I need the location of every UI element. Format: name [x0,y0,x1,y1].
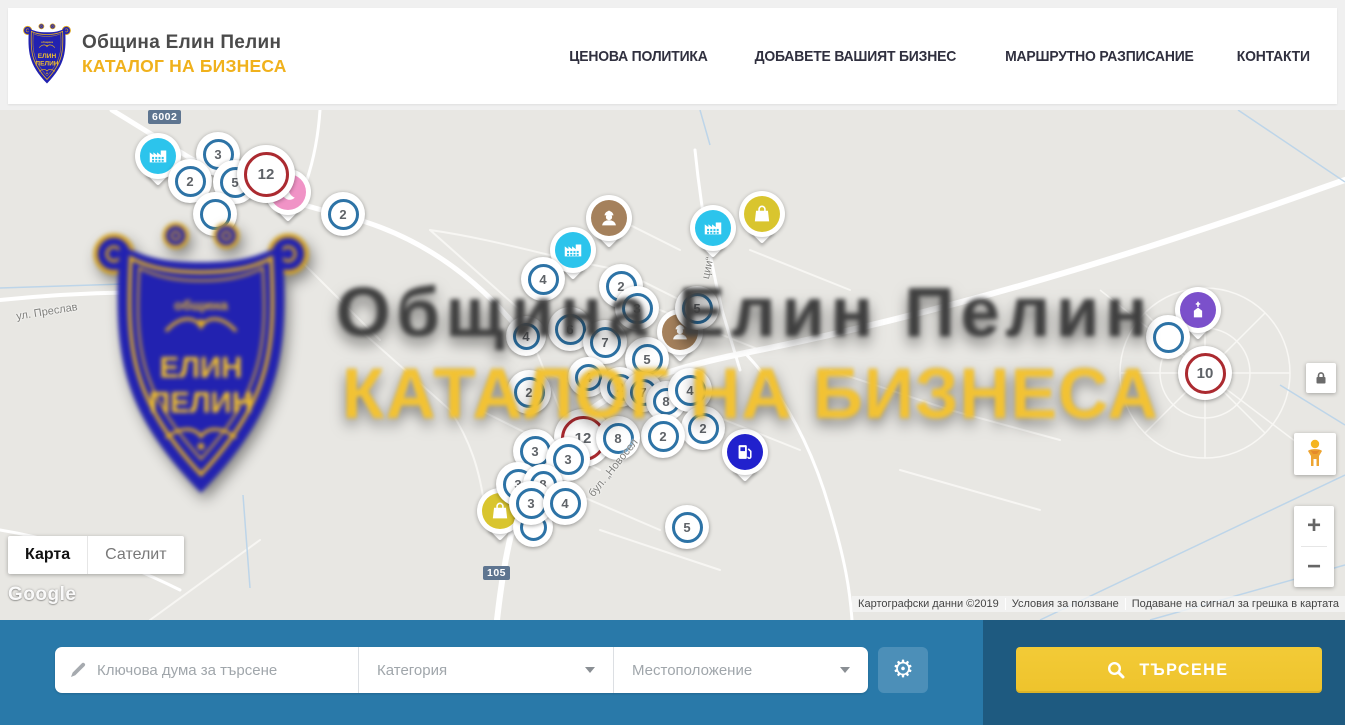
cluster-count: 10 [1185,353,1226,394]
cluster-count: 5 [672,512,703,543]
location-select-value: Местоположение [632,662,752,679]
google-logo[interactable]: Google [8,584,76,606]
nav-item-pricing-policy[interactable]: ЦЕНОВА ПОЛИТИКА [569,48,707,65]
cluster-count [200,199,231,230]
cluster-count: 7 [590,327,621,358]
nav-item-route-schedule[interactable]: МАРШРУТНО РАЗПИСАНИЕ [1005,48,1194,65]
map-type-control: Карта Сателит [8,536,184,574]
report-map-error-link[interactable]: Подаване на сигнал за грешка в картата [1126,598,1345,610]
nav-item-contacts[interactable]: КОНТАКТИ [1237,48,1310,65]
site-title: Община Елин Пелин [82,32,287,54]
map-cluster-marker[interactable]: 12 [237,145,295,203]
nav-item-add-business[interactable]: ДОБАВЕТЕ ВАШИЯТ БИЗНЕС [755,48,957,65]
chevron-down-icon [840,667,850,673]
map-cluster-marker[interactable] [193,192,237,236]
map-data-attribution: Картографски данни ©2019 [852,598,1005,610]
map-cluster-marker[interactable]: 4 [506,316,546,356]
cluster-count [1153,322,1184,353]
map-type-satellite-button[interactable]: Сателит [87,536,183,574]
zoom-out-button[interactable]: − [1294,547,1334,587]
terms-of-use-link[interactable]: Условия за ползване [1006,598,1125,610]
map-attribution: Картографски данни ©2019 Условия за полз… [852,596,1345,612]
crest-text-line2: ПЕЛИН [35,61,58,68]
lock-icon [1314,371,1328,385]
cluster-count: 2 [648,421,679,452]
cluster-count: 3 [622,293,653,324]
search-input-group: Категория Местоположение [55,647,868,693]
cluster-count: 5 [632,344,663,375]
pencil-icon [69,661,87,679]
cluster-count: 2 [328,199,359,230]
bag-pin[interactable] [739,191,785,237]
cluster-count: 2 [688,413,719,444]
pegman-button[interactable] [1294,433,1336,475]
cluster-count: 2 [514,377,545,408]
map-cluster-marker[interactable] [1146,315,1190,359]
factory-icon [695,210,731,246]
fuel-pin[interactable] [722,429,768,475]
location-select[interactable]: Местоположение [613,647,868,693]
map-canvas[interactable]: 3251224235467542784222128333834510600210… [0,110,1345,620]
municipality-crest-icon: община ЕЛИН ПЕЛИН [22,22,72,86]
crest-text-top: община [41,40,53,44]
cluster-count: 4 [528,264,559,295]
cluster-count: 4 [675,375,706,406]
factory-icon [555,232,591,268]
factory-pin[interactable] [690,205,736,251]
cluster-count: 4 [550,488,581,519]
category-select-value: Категория [377,662,447,679]
cluster-count: 4 [575,364,602,391]
map-cluster-marker[interactable]: 5 [675,286,719,330]
page: 3251224235467542784222128333834510600210… [0,0,1345,725]
map-cluster-marker[interactable]: 2 [321,192,365,236]
map-cluster-marker[interactable]: 3 [615,286,659,330]
cluster-count: 5 [682,293,713,324]
advanced-search-button[interactable]: ⚙ [878,647,928,693]
keyword-search-input[interactable] [97,662,358,679]
header: община ЕЛИН ПЕЛИН Община Елин Пелин КАТА… [0,0,1345,110]
search-button[interactable]: ТЪРСЕНЕ [1016,647,1322,693]
road-shield: 6002 [148,110,181,124]
cluster-count: 2 [175,166,206,197]
search-bar: Категория Местоположение ⚙ ТЪРСЕНЕ [0,620,1345,725]
map-cluster-marker[interactable]: 2 [641,414,685,458]
pegman-icon [1304,439,1326,469]
map-cluster-marker[interactable]: 4 [521,257,565,301]
street-label: ции“ [700,256,716,280]
road-shield: 105 [483,566,510,580]
fuel-icon [727,434,763,470]
site-subtitle: КАТАЛОГ НА БИЗНЕСА [82,56,287,77]
map-cluster-marker[interactable]: 2 [681,406,725,450]
map-type-map-button[interactable]: Карта [8,536,87,574]
map-lock-button[interactable] [1306,363,1336,393]
category-select[interactable]: Категория [358,647,613,693]
search-icon [1107,661,1125,679]
bag-icon [744,196,780,232]
map-cluster-marker[interactable]: 5 [665,505,709,549]
street-label: ул. Преслав [15,301,78,323]
cluster-count: 12 [244,152,289,197]
map-cluster-marker[interactable]: 2 [507,370,551,414]
header-card: община ЕЛИН ПЕЛИН Община Елин Пелин КАТА… [8,8,1337,104]
cluster-count: 3 [516,488,547,519]
crest-text-line1: ЕЛИН [38,53,57,60]
gear-icon: ⚙ [892,658,914,682]
main-nav: ЦЕНОВА ПОЛИТИКА ДОБАВЕТЕ ВАШИЯТ БИЗНЕС М… [564,8,1313,104]
zoom-in-button[interactable]: + [1294,506,1334,546]
worker-icon [591,200,627,236]
search-button-label: ТЪРСЕНЕ [1139,660,1228,680]
map-markers-layer: 3251224235467542784222128333834510600210… [0,110,1345,620]
map-cluster-marker[interactable]: 10 [1178,346,1232,400]
map-zoom-control: + − [1294,506,1334,587]
cluster-count: 4 [513,323,540,350]
map-cluster-marker[interactable]: 4 [543,481,587,525]
site-logo[interactable]: община ЕЛИН ПЕЛИН Община Елин Пелин КАТА… [22,22,287,86]
cluster-count: 6 [555,314,586,345]
chevron-down-icon [585,667,595,673]
